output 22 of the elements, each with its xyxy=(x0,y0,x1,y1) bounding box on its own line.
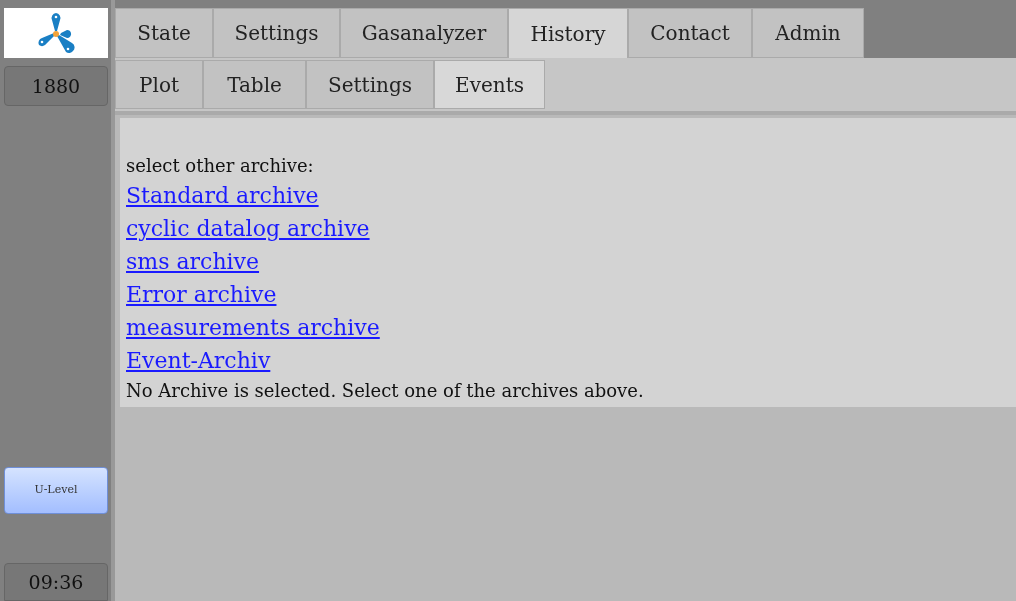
status-message: No Archive is selected. Select one of the archives above. xyxy=(126,379,644,403)
main-tab[interactable]: History xyxy=(508,8,628,58)
sub-tab[interactable]: Settings xyxy=(306,60,434,109)
archive-link[interactable]: Standard archive xyxy=(126,179,319,212)
archive-link[interactable]: cyclic datalog archive xyxy=(126,212,370,245)
level-button[interactable]: U-Level xyxy=(4,467,108,514)
main-tab[interactable]: Contact xyxy=(628,8,752,58)
main-tab[interactable]: State xyxy=(115,8,213,58)
archive-link[interactable]: sms archive xyxy=(126,245,260,278)
sub-tab[interactable]: Plot xyxy=(115,60,203,109)
sub-tab[interactable]: Table xyxy=(203,60,306,109)
main-tab[interactable]: Admin xyxy=(752,8,864,58)
main-tab[interactable]: Settings xyxy=(213,8,340,58)
archive-link[interactable]: measurements archive xyxy=(126,311,380,344)
archive-prompt: select other archive: xyxy=(126,154,314,178)
archive-link[interactable]: Error archive xyxy=(126,278,277,311)
archive-link[interactable]: Event-Archiv xyxy=(126,344,271,377)
logo-icon xyxy=(36,11,76,55)
sub-tab[interactable]: Events xyxy=(434,60,545,109)
main-tab[interactable]: Gasanalyzer xyxy=(340,8,508,58)
counter-display: 1880 xyxy=(4,66,108,106)
time-display: 09:36 xyxy=(4,563,108,601)
